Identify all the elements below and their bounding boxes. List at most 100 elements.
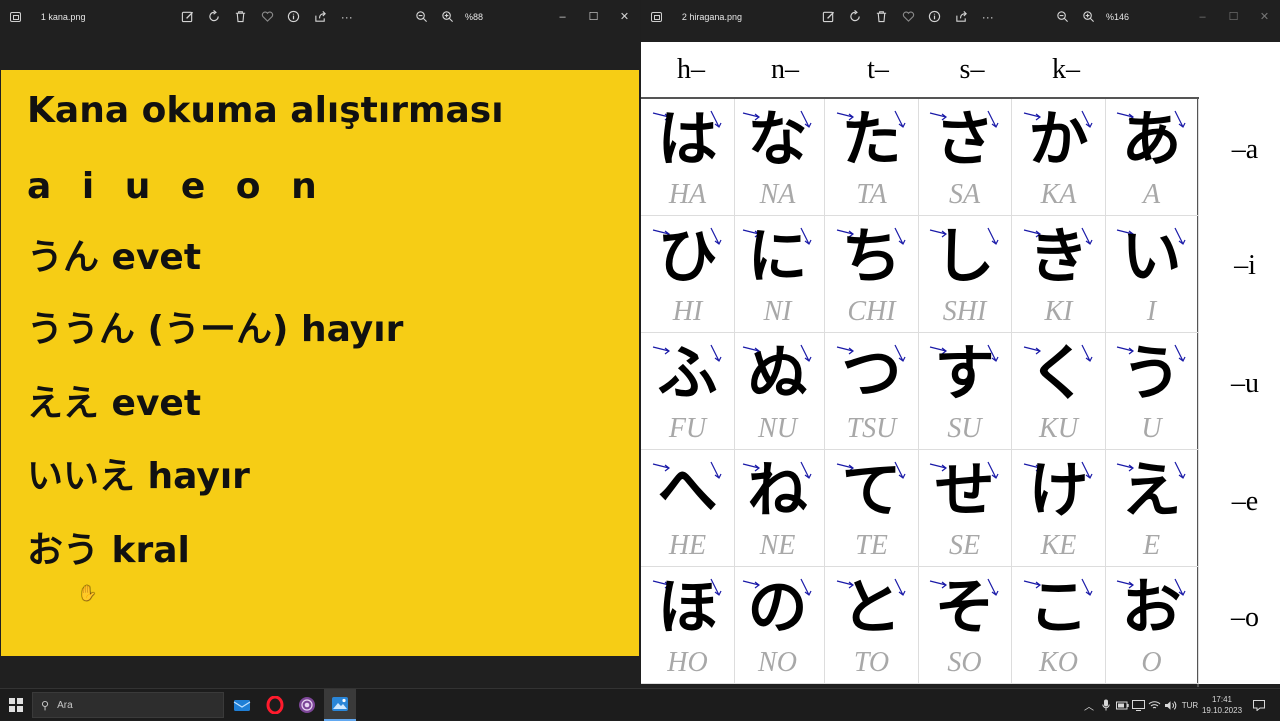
kana-romaji: HO bbox=[667, 647, 708, 678]
zoom-level[interactable]: %146 bbox=[1106, 12, 1146, 22]
share-icon[interactable] bbox=[948, 6, 975, 28]
kana-cell: いI bbox=[1105, 216, 1199, 333]
slide-line: うん evet bbox=[27, 237, 202, 278]
kana-cell: こ KO bbox=[1012, 567, 1106, 684]
kana-cell: す SU bbox=[918, 333, 1012, 450]
kana-character: か bbox=[1028, 105, 1089, 175]
notification-icon[interactable] bbox=[1250, 689, 1268, 721]
kana-character: へ bbox=[657, 456, 718, 526]
more-icon[interactable]: ··· bbox=[334, 6, 361, 28]
zoom-out-icon[interactable] bbox=[408, 6, 435, 28]
kana-romaji: I bbox=[1146, 296, 1157, 327]
windows-start-icon[interactable] bbox=[9, 698, 23, 712]
delete-icon[interactable] bbox=[228, 6, 255, 28]
kana-romaji: CHI bbox=[847, 296, 896, 327]
taskbar-search[interactable]: ⚲ Ara bbox=[32, 692, 224, 718]
share-icon[interactable] bbox=[307, 6, 334, 28]
kana-character: た bbox=[841, 105, 902, 175]
zoom-in-icon[interactable] bbox=[435, 6, 462, 28]
kana-romaji: O bbox=[1141, 647, 1162, 678]
kana-romaji: TO bbox=[853, 647, 890, 678]
slide-image: Kana okuma alıştırması a i u e o n うん ev… bbox=[1, 70, 639, 656]
kana-cell: おO bbox=[1105, 567, 1199, 684]
info-icon[interactable] bbox=[281, 6, 308, 28]
edit-image-icon[interactable] bbox=[816, 6, 843, 28]
kana-cell: に NI bbox=[731, 216, 825, 333]
kana-character: こ bbox=[1028, 573, 1089, 643]
slide-line: おう kral bbox=[27, 530, 190, 571]
volume-icon[interactable] bbox=[1163, 689, 1177, 721]
kana-character: け bbox=[1028, 456, 1089, 526]
kana-romaji: E bbox=[1142, 530, 1161, 561]
photos-window-right: 2 hiragana.png ··· %146 – ☐ ✕ h– n– t– s… bbox=[641, 0, 1280, 688]
clock-date: 19.10.2023 bbox=[1201, 706, 1243, 715]
minimize-icon[interactable]: – bbox=[547, 6, 578, 28]
kana-romaji: NO bbox=[758, 647, 797, 678]
search-placeholder: Ara bbox=[57, 699, 73, 711]
minimize-icon[interactable]: – bbox=[1187, 6, 1218, 28]
kana-cell: か KA bbox=[1012, 99, 1106, 216]
close-icon[interactable]: ✕ bbox=[1249, 6, 1280, 28]
kana-romaji: SA bbox=[948, 179, 981, 210]
kana-romaji: NU bbox=[758, 413, 797, 444]
kana-character: き bbox=[1028, 222, 1089, 292]
kana-romaji: SHI bbox=[942, 296, 987, 327]
kana-character: く bbox=[1028, 339, 1089, 409]
favorite-icon[interactable] bbox=[895, 6, 922, 28]
kana-cell: うU bbox=[1105, 333, 1199, 450]
kana-romaji: TA bbox=[856, 179, 887, 210]
kana-romaji: KA bbox=[1040, 179, 1077, 210]
photos-app-icon bbox=[10, 11, 21, 22]
kana-romaji: FU bbox=[668, 413, 707, 444]
kana-character: ひ bbox=[657, 222, 718, 292]
more-icon[interactable]: ··· bbox=[975, 6, 1002, 28]
window-filename: 2 hiragana.png bbox=[681, 11, 742, 22]
kana-cell: ね NE bbox=[731, 450, 825, 567]
kana-character: は bbox=[657, 105, 718, 175]
kana-character: ち bbox=[841, 222, 902, 292]
photos-taskbar-icon[interactable] bbox=[324, 689, 356, 721]
favorite-icon[interactable] bbox=[254, 6, 281, 28]
zoom-out-icon[interactable] bbox=[1049, 6, 1076, 28]
rotate-icon[interactable] bbox=[201, 6, 228, 28]
rotate-icon[interactable] bbox=[842, 6, 869, 28]
slide-vowels: a i u e o n bbox=[27, 166, 326, 207]
kana-character: さ bbox=[934, 105, 995, 175]
opera-browser-icon[interactable] bbox=[259, 689, 291, 721]
maximize-icon[interactable]: ☐ bbox=[1218, 6, 1249, 28]
kana-cell: せ SE bbox=[918, 450, 1012, 567]
kana-cell: し SHI bbox=[918, 216, 1012, 333]
microphone-icon[interactable] bbox=[1099, 689, 1113, 721]
zoom-in-icon[interactable] bbox=[1076, 6, 1103, 28]
hiragana-chart-image: h– n– t– s– k– –a –i –u –e –o は HA な NA た TA さ… bbox=[641, 42, 1280, 687]
row-header: –i bbox=[1234, 250, 1256, 281]
zoom-level[interactable]: %88 bbox=[465, 12, 505, 22]
wifi-icon[interactable] bbox=[1147, 689, 1161, 721]
info-icon[interactable] bbox=[922, 6, 949, 28]
kana-cell: あA bbox=[1105, 99, 1199, 216]
kana-cell: えE bbox=[1105, 450, 1199, 567]
clock[interactable]: 17:41 19.10.2023 bbox=[1202, 689, 1242, 721]
kana-romaji: TE bbox=[855, 530, 888, 561]
kana-character: ふ bbox=[657, 339, 718, 409]
kana-romaji: TSU bbox=[846, 413, 897, 444]
maximize-icon[interactable]: ☐ bbox=[578, 6, 609, 28]
kana-cell: ふ FU bbox=[641, 333, 735, 450]
battery-icon[interactable] bbox=[1115, 689, 1129, 721]
photos-app-icon bbox=[651, 11, 662, 22]
slide-title: Kana okuma alıştırması bbox=[27, 90, 504, 131]
display-icon[interactable] bbox=[1131, 689, 1145, 721]
kana-character: ね bbox=[747, 456, 808, 526]
kana-character: つ bbox=[841, 339, 902, 409]
mail-app-icon[interactable] bbox=[226, 689, 258, 721]
tor-browser-icon[interactable] bbox=[291, 689, 323, 721]
language-indicator[interactable]: TUR bbox=[1180, 689, 1200, 721]
kana-character: お bbox=[1121, 573, 1182, 643]
edit-image-icon[interactable] bbox=[175, 6, 202, 28]
delete-icon[interactable] bbox=[869, 6, 896, 28]
kana-cell: く KU bbox=[1012, 333, 1106, 450]
chevron-up-icon[interactable]: ︿ bbox=[1082, 689, 1096, 721]
column-header: n– bbox=[771, 54, 799, 85]
kana-romaji: KE bbox=[1040, 530, 1077, 561]
close-icon[interactable]: ✕ bbox=[609, 6, 640, 28]
